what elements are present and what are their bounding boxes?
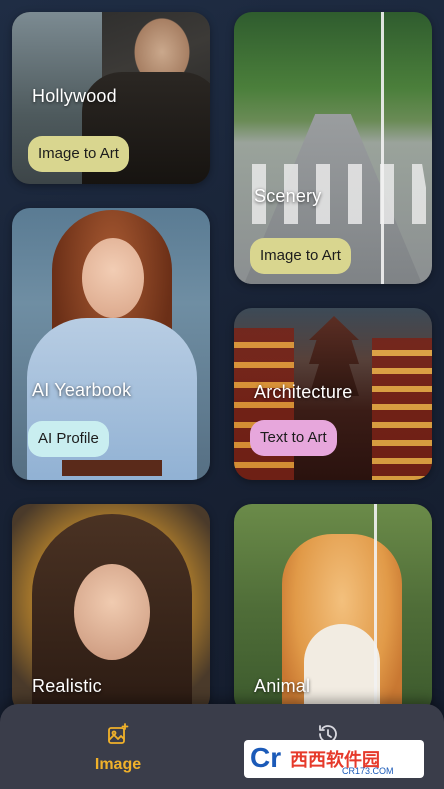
- watermark-logo: Cr: [250, 742, 282, 773]
- card-scenery[interactable]: Scenery Image to Art: [234, 12, 432, 284]
- card-title: Architecture: [254, 382, 353, 402]
- card-title: Realistic: [32, 676, 102, 696]
- card-hollywood[interactable]: Hollywood Image to Art: [12, 12, 210, 184]
- nav-tab-image[interactable]: Image: [86, 722, 150, 774]
- card-title: Scenery: [254, 186, 322, 206]
- card-title: Hollywood: [32, 86, 117, 106]
- card-title: AI Yearbook: [32, 380, 132, 400]
- card-ai-yearbook[interactable]: AI Yearbook AI Profile: [12, 208, 210, 480]
- image-to-art-badge[interactable]: Image to Art: [28, 136, 129, 172]
- card-architecture[interactable]: Architecture Text to Art: [234, 308, 432, 480]
- card-animal[interactable]: Animal: [234, 504, 432, 714]
- before-after-divider: [381, 12, 384, 284]
- card-realistic[interactable]: Realistic: [12, 504, 210, 714]
- nav-tab-label: Image: [94, 756, 142, 773]
- watermark-site: CR173.COM: [342, 766, 394, 776]
- text-to-art-badge[interactable]: Text to Art: [250, 420, 337, 456]
- image-to-art-badge[interactable]: Image to Art: [250, 238, 351, 274]
- site-watermark: Cr 西西软件园 CR173.COM: [244, 740, 424, 778]
- ai-profile-badge[interactable]: AI Profile: [28, 421, 109, 457]
- card-title: Animal: [254, 676, 311, 696]
- magic-image-icon: [106, 722, 130, 746]
- before-after-divider: [374, 504, 377, 714]
